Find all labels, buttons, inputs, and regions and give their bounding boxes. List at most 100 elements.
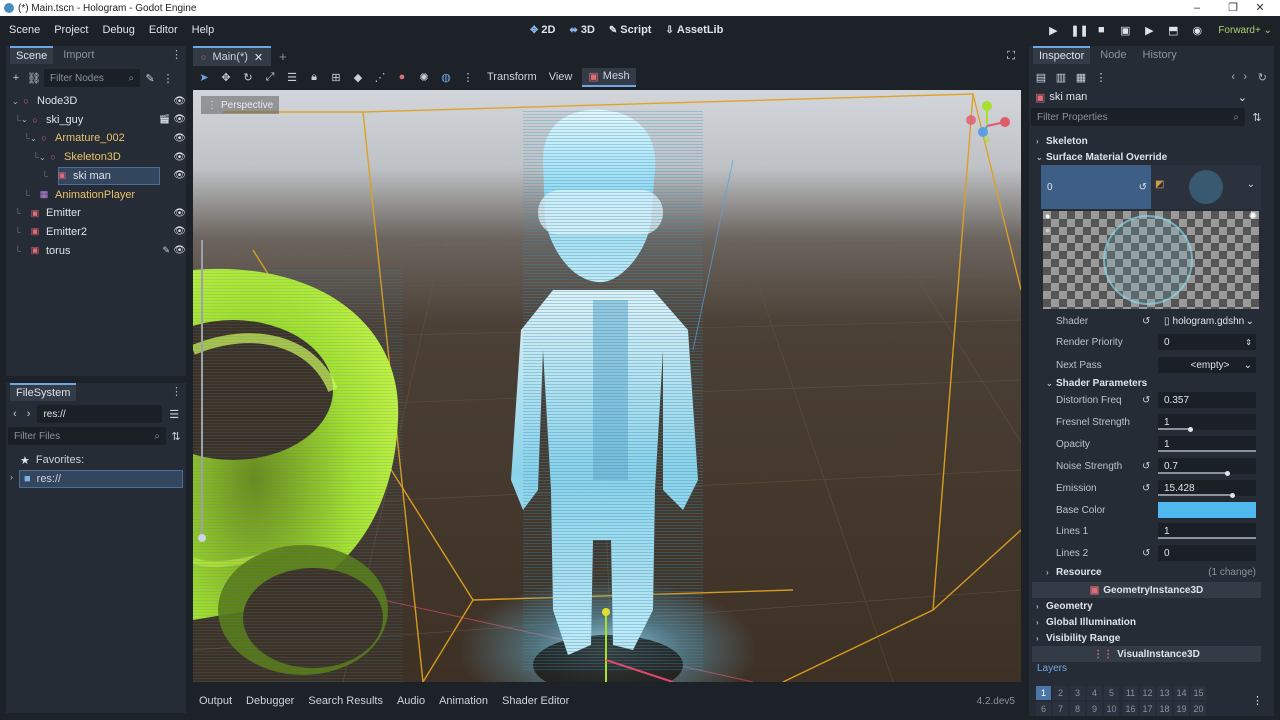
play-custom-scene-icon[interactable]: ⬒ <box>1166 24 1180 37</box>
sun-toggle-icon[interactable]: ● <box>391 71 413 83</box>
global-illumination-section[interactable]: › Global Illumination <box>1036 614 1260 630</box>
param-value-field[interactable]: 0.7 <box>1158 458 1256 476</box>
movie-maker-icon[interactable]: ◉ <box>1190 24 1204 37</box>
tab-search-results[interactable]: Search Results <box>308 695 383 707</box>
sun-icon[interactable]: ✺ <box>1249 211 1257 222</box>
base-color-picker[interactable] <box>1158 502 1256 518</box>
tab-history[interactable]: History <box>1137 47 1183 63</box>
close-tab-icon[interactable]: ✕ <box>254 51 263 64</box>
back-icon[interactable]: ‹ <box>10 408 20 420</box>
revert-icon[interactable]: ↺ <box>1142 461 1150 472</box>
tree-node-emitter[interactable]: └ ▣ Emitter 👁︎ <box>6 204 192 222</box>
visibility-range-section[interactable]: › Visibility Range <box>1036 630 1260 646</box>
geometry-section[interactable]: › Geometry <box>1036 598 1260 614</box>
scene-menu-icon[interactable]: ⋮ <box>160 72 176 85</box>
layer-toggle[interactable]: 20 <box>1191 702 1206 716</box>
tab-import[interactable]: Import <box>57 47 100 63</box>
kebab-menu-icon[interactable]: ⋮ <box>171 48 182 61</box>
list-select-icon[interactable]: ☰ <box>281 71 303 84</box>
attach-script-icon[interactable]: ✎ <box>142 72 158 85</box>
expand-arrow-icon[interactable]: ⌄ <box>12 97 20 106</box>
filter-properties-input[interactable]: Filter Properties ⌕ <box>1031 108 1245 126</box>
tab-scene[interactable]: Scene <box>10 46 54 64</box>
next-pass-field[interactable]: <empty> ⌄ <box>1158 357 1256 373</box>
layer-toggle[interactable]: 16 <box>1123 702 1138 716</box>
tree-node-node3d[interactable]: ⌄ ○ Node3D 👁︎ <box>6 92 192 110</box>
viewport-menu-icon[interactable]: ⋮ <box>457 71 479 84</box>
layer-toggle[interactable]: 11 <box>1123 686 1138 700</box>
resource-section[interactable]: › Resource (1 change) <box>1046 564 1260 580</box>
expand-arrow-icon[interactable]: ⌄ <box>30 134 38 143</box>
workspace-3d[interactable]: ⬌ 3D <box>569 24 594 36</box>
3d-viewport[interactable]: ⋮ Perspective <box>193 90 1021 682</box>
param-value-field[interactable]: 1 <box>1158 414 1256 432</box>
menu-editor[interactable]: Editor <box>142 24 185 36</box>
param-slider-fill[interactable] <box>1158 494 1232 496</box>
res-folder-row[interactable]: ■ res:// <box>19 470 183 488</box>
tree-node-ski-guy[interactable]: └ ⌄ ○ ski_guy 🎬︎ 👁︎ <box>6 111 192 129</box>
layer-toggle[interactable]: 10 <box>1104 702 1119 716</box>
link-icon[interactable]: ⛓ <box>26 72 42 85</box>
tab-debugger[interactable]: Debugger <box>246 695 294 707</box>
shader-params-section[interactable]: ⌄ Shader Parameters <box>1046 375 1260 391</box>
add-tab-button[interactable]: + <box>279 49 287 64</box>
history-forward-icon[interactable]: › <box>1243 71 1247 83</box>
workspace-2d[interactable]: ✥ 2D <box>530 24 555 36</box>
layer-toggle[interactable]: 19 <box>1174 702 1189 716</box>
visibility-eye-icon[interactable]: 👁︎ <box>173 245 186 256</box>
scene-tab-main[interactable]: ○ Main(*) ✕ <box>193 46 272 66</box>
material-preview-thumb[interactable] <box>1189 170 1223 204</box>
tree-node-emitter2[interactable]: └ ▣ Emitter2 👁︎ <box>6 223 192 241</box>
perspective-menu[interactable]: ⋮ Perspective <box>201 96 280 114</box>
revert-icon[interactable]: ↺ <box>1139 182 1147 193</box>
layer-toggle[interactable]: 2 <box>1053 686 1068 700</box>
tree-node-animationplayer[interactable]: └ ▦ AnimationPlayer <box>6 186 192 204</box>
tree-node-armature-002[interactable]: └ ⌄ ○ Armature_002 👁︎ <box>6 129 192 147</box>
layer-toggle[interactable]: 4 <box>1087 686 1102 700</box>
history-icon[interactable]: ↻ <box>1258 71 1267 84</box>
menu-scene[interactable]: Scene <box>2 24 47 36</box>
param-slider-fill[interactable] <box>1158 472 1227 474</box>
light-preview-icon[interactable]: ✺ <box>413 71 435 84</box>
visibility-eye-icon[interactable]: 👁︎ <box>173 96 186 107</box>
history-back-icon[interactable]: ‹ <box>1231 71 1235 83</box>
save-resource-icon[interactable]: ▦ <box>1073 71 1089 84</box>
surface-index-field[interactable]: 0 ↺ <box>1041 165 1151 209</box>
light-1-icon[interactable]: ● <box>1045 211 1050 221</box>
view-menu[interactable]: View <box>549 71 573 83</box>
visibility-eye-icon[interactable]: 👁︎ <box>173 114 186 125</box>
param-value-field[interactable]: 0 <box>1158 545 1256 561</box>
menu-debug[interactable]: Debug <box>95 24 141 36</box>
local-space-icon[interactable]: ◆ <box>347 71 369 84</box>
tab-node[interactable]: Node <box>1094 47 1132 63</box>
mesh-menu[interactable]: ▣ Mesh <box>582 67 636 87</box>
expand-arrow-icon[interactable]: ⌄ <box>39 153 47 162</box>
menu-project[interactable]: Project <box>47 24 95 36</box>
shader-field[interactable]: ▯ hologram.gdshn ⌄ <box>1158 313 1256 329</box>
group-icon[interactable]: ⊞ <box>325 71 347 84</box>
axis-gizmo[interactable] <box>963 98 1015 148</box>
scale-tool-icon[interactable]: ⤢ <box>259 71 281 84</box>
snap-icon[interactable]: ⋰ <box>369 71 391 84</box>
sort-icon[interactable]: ⇅ <box>168 430 184 443</box>
tab-audio[interactable]: Audio <box>397 695 425 707</box>
layers-menu-icon[interactable]: ⋮ <box>1252 694 1263 707</box>
workspace-assetlib[interactable]: ⇩ AssetLib <box>665 24 723 36</box>
list-view-icon[interactable]: ☰ <box>166 408 182 421</box>
stop-icon[interactable]: ■ <box>1094 24 1108 36</box>
property-options-icon[interactable]: ⇅ <box>1249 111 1265 124</box>
layer-toggle[interactable]: 9 <box>1087 702 1102 716</box>
visibility-eye-icon[interactable]: 👁︎ <box>173 170 186 181</box>
menu-help[interactable]: Help <box>185 24 222 36</box>
layer-toggle[interactable]: 8 <box>1070 702 1085 716</box>
param-slider-fill[interactable] <box>1158 428 1191 430</box>
param-slider-fill[interactable] <box>1158 450 1256 452</box>
pause-icon[interactable]: ❚❚ <box>1070 24 1088 37</box>
layer-toggle[interactable]: 17 <box>1140 702 1155 716</box>
revert-icon[interactable]: ↺ <box>1142 483 1150 494</box>
skeleton-section[interactable]: › Skeleton <box>1036 133 1260 149</box>
environment-icon[interactable]: ◍ <box>435 71 457 84</box>
tab-shader-editor[interactable]: Shader Editor <box>502 695 569 707</box>
distraction-free-icon[interactable]: ⛶ <box>1007 50 1015 63</box>
layer-toggle[interactable]: 1 <box>1036 686 1051 700</box>
